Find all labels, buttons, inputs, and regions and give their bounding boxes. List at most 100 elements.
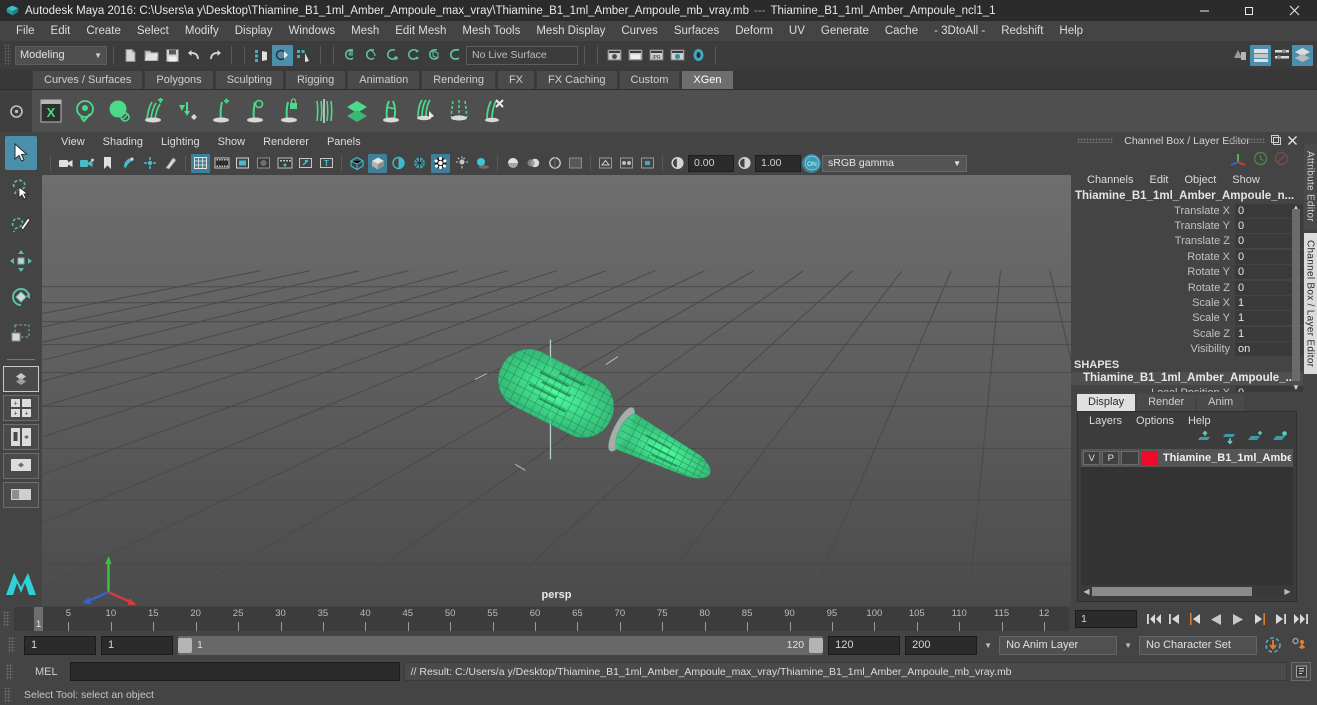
- xgen-place-icon[interactable]: [170, 93, 204, 129]
- statusline-grip[interactable]: [4, 44, 11, 66]
- color-management-selector[interactable]: sRGB gamma ▼: [822, 154, 967, 172]
- current-time-indicator[interactable]: 1: [34, 607, 43, 631]
- step-forward-keyframe-icon[interactable]: [1269, 609, 1290, 629]
- xray-active-components-icon[interactable]: [638, 154, 657, 173]
- layer-row[interactable]: V P Thiamine_B1_1ml_Amber: [1081, 449, 1293, 467]
- menu-edit-mesh[interactable]: Edit Mesh: [387, 21, 454, 41]
- menu-deform[interactable]: Deform: [727, 21, 781, 41]
- view-bookmark-flag-icon[interactable]: [98, 154, 117, 173]
- playback-end-time-field[interactable]: 120: [828, 635, 901, 655]
- chevron-down-icon[interactable]: ▼: [1122, 641, 1134, 650]
- xgen-preview-icon[interactable]: [68, 93, 102, 129]
- multisample-icon[interactable]: [545, 154, 564, 173]
- gamma-field[interactable]: 1.00: [755, 154, 801, 172]
- shelf-tab-xgen[interactable]: XGen: [681, 70, 734, 89]
- rotate-tool[interactable]: [5, 280, 37, 314]
- undo-icon[interactable]: [183, 45, 204, 66]
- channel-box-attribute-list[interactable]: Translate X 0 Translate Y 0 Translate Z …: [1071, 203, 1303, 392]
- toggle-channel-box-icon[interactable]: [1271, 45, 1292, 66]
- screen-space-ao-icon[interactable]: [503, 154, 522, 173]
- command-language-label[interactable]: MEL: [21, 666, 66, 678]
- range-start-handle[interactable]: [178, 637, 192, 653]
- viewport-menu-panels[interactable]: Panels: [318, 132, 370, 152]
- channel-row[interactable]: Rotate Y 0: [1071, 265, 1303, 280]
- cb-menu-channels[interactable]: Channels: [1079, 170, 1141, 190]
- motion-blur-icon[interactable]: [524, 154, 543, 173]
- vertical-tab-attribute-editor[interactable]: Attribute Editor: [1303, 144, 1317, 229]
- channel-row[interactable]: Scale Y 1: [1071, 311, 1303, 326]
- 2d-pan-zoom-icon[interactable]: [140, 154, 159, 173]
- channel-row[interactable]: Scale Z 1: [1071, 326, 1303, 341]
- script-editor-icon[interactable]: [1291, 662, 1311, 681]
- menu-modify[interactable]: Modify: [177, 21, 227, 41]
- menu-select[interactable]: Select: [129, 21, 177, 41]
- channel-row[interactable]: Local Position X 0: [1071, 385, 1303, 392]
- channel-row[interactable]: Scale X 1: [1071, 295, 1303, 311]
- snap-to-point-icon[interactable]: [382, 45, 403, 66]
- playback-start-time-field[interactable]: 1: [101, 635, 173, 655]
- range-slider-bar[interactable]: 1 120: [178, 635, 824, 655]
- select-tool[interactable]: [5, 136, 37, 170]
- wireframe-icon[interactable]: [347, 154, 366, 173]
- animation-start-time-field[interactable]: 1: [24, 635, 96, 655]
- channel-box-shape-name[interactable]: Thiamine_B1_1ml_Amber_Ampoule_...: [1071, 371, 1303, 385]
- image-plane-icon[interactable]: [119, 154, 138, 173]
- channel-box-stop-icon[interactable]: [1274, 151, 1289, 169]
- gate-mask-icon[interactable]: [254, 154, 273, 173]
- layer-menu-layers[interactable]: Layers: [1082, 411, 1129, 431]
- render-current-frame-icon[interactable]: [604, 45, 625, 66]
- layer-menu-options[interactable]: Options: [1129, 411, 1181, 431]
- snap-to-grid-icon[interactable]: [340, 45, 361, 66]
- range-end-handle[interactable]: [809, 637, 824, 653]
- menu-3dtoall[interactable]: - 3DtoAll -: [926, 21, 993, 41]
- anim-layer-dropdown[interactable]: No Anim Layer: [999, 635, 1118, 655]
- snap-to-view-plane-icon[interactable]: [424, 45, 445, 66]
- single-perspective-layout[interactable]: [3, 366, 39, 392]
- exposure-field[interactable]: 0.00: [688, 154, 734, 172]
- hypershade-icon[interactable]: [688, 45, 709, 66]
- menu-display[interactable]: Display: [227, 21, 281, 41]
- step-forward-frame-icon[interactable]: [1248, 609, 1269, 629]
- timeline-grip[interactable]: [3, 611, 10, 627]
- play-forwards-icon[interactable]: [1227, 609, 1248, 629]
- menu-surfaces[interactable]: Surfaces: [666, 21, 727, 41]
- shelf-tab-curves-surfaces[interactable]: Curves / Surfaces: [32, 70, 144, 89]
- shelf-tab-animation[interactable]: Animation: [347, 70, 421, 89]
- move-tool[interactable]: [5, 244, 37, 278]
- command-input[interactable]: [69, 662, 400, 681]
- outliner-persp-layout[interactable]: [3, 482, 39, 508]
- channel-box-scrollbar[interactable]: ▲ ▼: [1292, 203, 1300, 392]
- bookmark-icon[interactable]: [77, 154, 96, 173]
- layer-tab-render[interactable]: Render: [1137, 394, 1196, 411]
- cb-menu-show[interactable]: Show: [1224, 170, 1268, 190]
- step-back-keyframe-icon[interactable]: [1164, 609, 1185, 629]
- minimize-button[interactable]: [1182, 0, 1227, 21]
- two-pane-side-layout[interactable]: [3, 424, 39, 450]
- menu-curves[interactable]: Curves: [613, 21, 665, 41]
- perspective-viewport[interactable]: persp: [42, 175, 1071, 606]
- film-origin-icon[interactable]: [275, 154, 294, 173]
- xgen-noise-icon[interactable]: [340, 93, 374, 129]
- close-panel-icon[interactable]: [1286, 134, 1299, 147]
- toggle-attribute-editor-icon[interactable]: [1229, 45, 1250, 66]
- step-back-frame-icon[interactable]: [1185, 609, 1206, 629]
- scale-tool[interactable]: [5, 316, 37, 350]
- paint-select-tool[interactable]: [5, 208, 37, 242]
- restore-button[interactable]: [1227, 0, 1272, 21]
- smooth-shade-all-icon[interactable]: [368, 153, 387, 173]
- xgen-clump-icon[interactable]: [238, 93, 272, 129]
- xray-icon[interactable]: [596, 154, 615, 173]
- shadows-icon[interactable]: [473, 154, 492, 173]
- time-slider[interactable]: 1 5 10 15 20 25 30 35 40 45 50 55 60 65 70 75 80 85 90 95 1…: [14, 607, 1069, 631]
- two-pane-stacked-layout[interactable]: [3, 453, 39, 479]
- new-layer-icon[interactable]: [1247, 431, 1263, 447]
- menuset-selector[interactable]: Modeling ▼: [15, 45, 107, 65]
- select-by-component-type-icon[interactable]: [293, 45, 314, 66]
- go-to-start-icon[interactable]: [1143, 609, 1164, 629]
- new-layer-from-selected-icon[interactable]: [1272, 431, 1288, 447]
- live-surface-field[interactable]: No Live Surface: [466, 45, 578, 65]
- viewport-menu-lighting[interactable]: Lighting: [152, 132, 209, 152]
- channel-row[interactable]: Translate Y 0: [1071, 218, 1303, 234]
- menu-cache[interactable]: Cache: [877, 21, 926, 41]
- menu-mesh-display[interactable]: Mesh Display: [528, 21, 613, 41]
